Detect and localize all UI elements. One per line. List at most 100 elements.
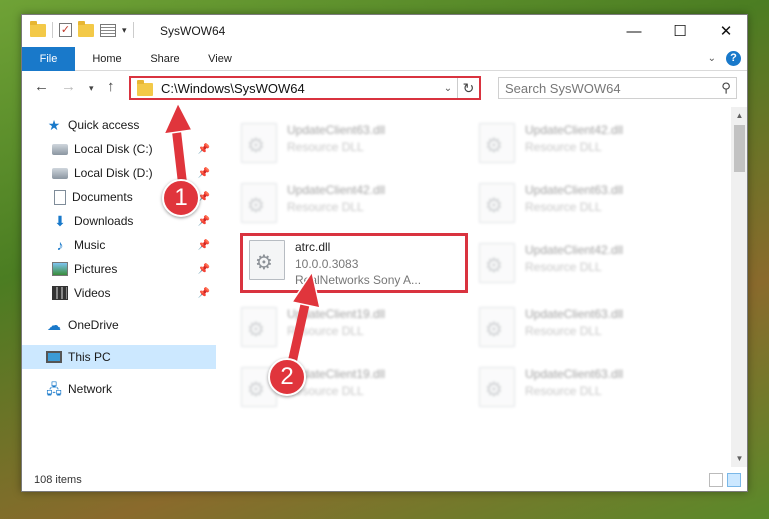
tab-home[interactable]: Home bbox=[82, 47, 132, 71]
network-icon: 🖧 bbox=[46, 381, 62, 397]
drive-icon bbox=[52, 167, 68, 179]
music-icon: ♪ bbox=[56, 237, 64, 253]
sidebar-item-quick-access[interactable]: ★ Quick access bbox=[22, 113, 216, 137]
pin-icon: 📌 bbox=[197, 143, 210, 155]
pin-icon: 📌 bbox=[197, 167, 210, 179]
sidebar-item-local-disk-c[interactable]: Local Disk (C:) 📌 bbox=[22, 137, 216, 161]
expand-ribbon-chevron-icon[interactable]: ⌄ bbox=[708, 53, 716, 64]
status-bar: 108 items bbox=[22, 471, 747, 491]
sidebar-item-label: Network bbox=[68, 382, 113, 396]
annotation-badge-1: 1 bbox=[162, 179, 200, 217]
file-item-atrc-dll[interactable]: atrc.dll 10.0.0.3083 RealNetworks Sony A… bbox=[240, 233, 468, 293]
navigation-bar: ← → ▾ ↑ C:\Windows\SysWOW64 ⌄ ↻ ⚲ bbox=[22, 72, 747, 104]
details-view-icon[interactable] bbox=[709, 473, 723, 487]
scroll-down-arrow-icon[interactable]: ▼ bbox=[731, 450, 747, 467]
recent-locations-chevron-icon[interactable]: ▾ bbox=[89, 83, 94, 94]
file-name: atrc.dll bbox=[295, 240, 331, 254]
pin-icon: 📌 bbox=[197, 239, 210, 251]
tab-view[interactable]: View bbox=[198, 47, 242, 71]
file-item[interactable]: UpdateClient42.dllResource DLL bbox=[479, 117, 709, 167]
pin-icon: 📌 bbox=[197, 263, 210, 275]
list-properties-icon[interactable] bbox=[100, 23, 116, 37]
sidebar-item-label: Local Disk (C:) bbox=[74, 142, 153, 156]
cloud-icon: ☁ bbox=[47, 317, 61, 333]
minimize-button[interactable]: — bbox=[611, 15, 657, 47]
sidebar-item-this-pc[interactable]: This PC bbox=[22, 345, 216, 369]
address-path[interactable]: C:\Windows\SysWOW64 bbox=[161, 81, 439, 96]
view-toggle bbox=[709, 473, 741, 487]
search-input[interactable] bbox=[499, 80, 716, 96]
tab-share[interactable]: Share bbox=[140, 47, 190, 71]
address-bar[interactable]: C:\Windows\SysWOW64 ⌄ ↻ bbox=[129, 76, 481, 100]
pin-icon: 📌 bbox=[197, 215, 210, 227]
new-folder-icon[interactable] bbox=[78, 20, 94, 37]
sidebar-item-label: Videos bbox=[74, 286, 111, 300]
download-icon: ⬇ bbox=[54, 213, 66, 229]
up-arrow-icon[interactable]: ↑ bbox=[107, 78, 115, 95]
file-company: RealNetworks Sony A... bbox=[295, 273, 422, 287]
documents-icon bbox=[54, 189, 66, 205]
sidebar-item-label: Local Disk (D:) bbox=[74, 166, 153, 180]
quick-access-toolbar: ✓ ▾ bbox=[30, 20, 134, 38]
sidebar-item-label: Pictures bbox=[74, 262, 118, 276]
dll-file-icon bbox=[479, 123, 515, 163]
folder-icon bbox=[30, 20, 46, 37]
dll-file-icon bbox=[479, 307, 515, 347]
window-title: SysWOW64 bbox=[160, 24, 226, 38]
item-count: 108 items bbox=[34, 474, 82, 486]
videos-icon bbox=[52, 286, 68, 300]
folder-icon bbox=[137, 80, 153, 96]
file-item[interactable]: UpdateClient63.dllResource DLL bbox=[479, 301, 709, 351]
properties-check-icon[interactable]: ✓ bbox=[59, 23, 72, 37]
computer-icon bbox=[46, 351, 62, 363]
sidebar-item-music[interactable]: ♪ Music 📌 bbox=[22, 233, 216, 257]
scroll-up-arrow-icon[interactable]: ▲ bbox=[731, 107, 747, 124]
toolbar-separator bbox=[132, 22, 134, 38]
dll-file-icon bbox=[249, 240, 285, 280]
drive-icon bbox=[52, 143, 68, 155]
sidebar-item-label: Quick access bbox=[68, 118, 140, 132]
help-icon[interactable]: ? bbox=[726, 51, 741, 66]
tab-file[interactable]: File bbox=[22, 47, 75, 71]
sidebar-item-label: Documents bbox=[72, 190, 133, 204]
forward-arrow-icon[interactable]: → bbox=[61, 78, 76, 95]
dll-file-icon bbox=[479, 183, 515, 223]
file-version: 10.0.0.3083 bbox=[295, 257, 359, 271]
search-box[interactable]: ⚲ bbox=[498, 77, 737, 99]
file-item[interactable]: UpdateClient63.dllResource DLL bbox=[479, 177, 709, 227]
dll-file-icon bbox=[479, 367, 515, 407]
maximize-button[interactable]: ☐ bbox=[657, 15, 703, 47]
sidebar-item-videos[interactable]: Videos 📌 bbox=[22, 281, 216, 305]
back-arrow-icon[interactable]: ← bbox=[34, 78, 49, 95]
file-item[interactable]: UpdateClient63.dllResource DLL bbox=[479, 361, 709, 411]
refresh-icon[interactable]: ↻ bbox=[457, 78, 479, 98]
sidebar-item-network[interactable]: 🖧 Network bbox=[22, 377, 216, 401]
scrollbar-thumb[interactable] bbox=[734, 125, 745, 172]
toolbar-separator bbox=[52, 22, 53, 38]
close-button[interactable]: ✕ bbox=[703, 15, 747, 47]
dll-file-icon bbox=[241, 123, 277, 163]
tiles-view-icon[interactable] bbox=[727, 473, 741, 487]
search-icon[interactable]: ⚲ bbox=[716, 80, 736, 96]
dll-file-icon bbox=[241, 183, 277, 223]
file-item[interactable]: UpdateClient42.dllResource DLL bbox=[241, 177, 471, 227]
dll-file-icon bbox=[241, 307, 277, 347]
sidebar-item-pictures[interactable]: Pictures 📌 bbox=[22, 257, 216, 281]
annotation-badge-2: 2 bbox=[268, 358, 306, 396]
ribbon-right-controls: ⌄ ? bbox=[708, 51, 741, 66]
customize-toolbar-chevron-icon[interactable]: ▾ bbox=[122, 25, 127, 36]
sidebar-item-label: Music bbox=[74, 238, 106, 252]
sidebar-item-onedrive[interactable]: ☁ OneDrive bbox=[22, 313, 216, 337]
file-item[interactable]: UpdateClient63.dllResource DLL bbox=[241, 117, 471, 167]
sidebar-item-label: This PC bbox=[68, 350, 111, 364]
pictures-icon bbox=[52, 262, 68, 276]
vertical-scrollbar[interactable]: ▲ ▼ bbox=[731, 107, 747, 467]
file-item[interactable]: UpdateClient19.dllResource DLL bbox=[241, 301, 471, 351]
dll-file-icon bbox=[479, 243, 515, 283]
title-bar: ✓ ▾ SysWOW64 — ☐ ✕ bbox=[22, 15, 747, 47]
file-list: UpdateClient63.dllResource DLL UpdateCli… bbox=[227, 107, 727, 467]
file-item[interactable]: UpdateClient42.dllResource DLL bbox=[479, 237, 709, 287]
explorer-window: ✓ ▾ SysWOW64 — ☐ ✕ File Home Share View … bbox=[21, 14, 748, 492]
address-dropdown-chevron-icon[interactable]: ⌄ bbox=[439, 83, 457, 94]
sidebar-item-label: Downloads bbox=[74, 214, 134, 228]
